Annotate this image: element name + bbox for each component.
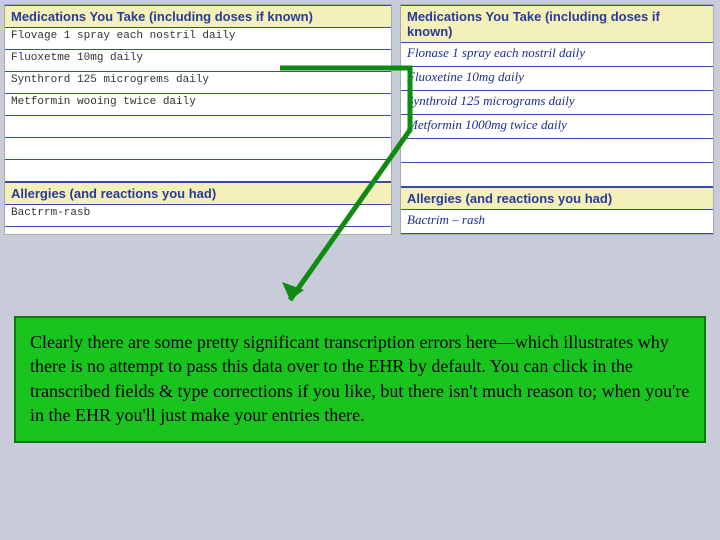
med-row xyxy=(401,163,713,187)
allergies-header-right: Allergies (and reactions you had) xyxy=(401,187,713,210)
med-row[interactable] xyxy=(5,116,391,138)
med-row xyxy=(401,139,713,163)
med-row[interactable]: Flovage 1 spray each nostril daily xyxy=(5,28,391,50)
med-row[interactable]: Fluoxetme 10mg daily xyxy=(5,50,391,72)
meds-header-right: Medications You Take (including doses if… xyxy=(401,5,713,43)
transcribed-form: Medications You Take (including doses if… xyxy=(4,4,392,235)
meds-header-left: Medications You Take (including doses if… xyxy=(5,5,391,28)
callout-text: Clearly there are some pretty significan… xyxy=(30,330,690,427)
med-row[interactable]: Synthrord 125 microgrems daily xyxy=(5,72,391,94)
med-row[interactable] xyxy=(5,138,391,160)
med-row[interactable] xyxy=(5,160,391,182)
med-row: Synthroid 125 micrograms daily xyxy=(401,91,713,115)
allergies-header-left: Allergies (and reactions you had) xyxy=(5,182,391,205)
med-row[interactable]: Metformin wooing twice daily xyxy=(5,94,391,116)
callout-box: Clearly there are some pretty significan… xyxy=(14,316,706,443)
handwritten-form: Medications You Take (including doses if… xyxy=(400,4,714,235)
med-row: Flonase 1 spray each nostril daily xyxy=(401,43,713,67)
allergy-row[interactable]: Bactrrm-rasb xyxy=(5,205,391,227)
allergy-row: Bactrim – rash xyxy=(401,210,713,234)
forms-row: Medications You Take (including doses if… xyxy=(0,0,720,235)
med-row: Fluoxetine 10mg daily xyxy=(401,67,713,91)
med-row: Metformin 1000mg twice daily xyxy=(401,115,713,139)
